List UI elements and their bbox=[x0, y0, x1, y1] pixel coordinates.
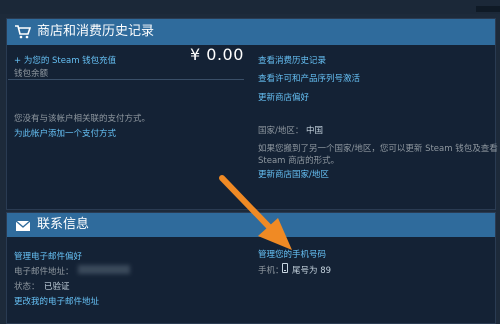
add-payment-method-link[interactable]: 为此帐户添加一个支付方式 bbox=[14, 127, 116, 139]
country-move-note-line1: 如果您搬到了另一个国家/地区，您可以更新 Steam 钱包及查看 bbox=[258, 144, 498, 154]
country-value: 中国 bbox=[306, 126, 324, 136]
phone-label: 手机： bbox=[258, 266, 284, 276]
top-strip-right bbox=[476, 6, 500, 12]
wallet-balance-label: 钱包余额 bbox=[14, 69, 49, 79]
email-address-redacted bbox=[78, 265, 130, 274]
wallet-balance-value: ¥ 0.00 bbox=[190, 45, 244, 64]
change-email-address-link[interactable]: 更改我的电子邮件地址 bbox=[14, 295, 99, 307]
top-strip bbox=[0, 0, 500, 14]
email-status-value: 已验证 bbox=[44, 282, 70, 292]
store-history-header: 商店和消费历史记录 bbox=[7, 19, 495, 45]
update-store-preferences-link[interactable]: 更新商店偏好 bbox=[258, 91, 309, 103]
country-label: 国家/地区： bbox=[258, 126, 304, 136]
update-store-country-link[interactable]: 更新商店国家/地区 bbox=[258, 168, 329, 180]
email-address-label: 电子邮件地址： bbox=[14, 267, 74, 277]
email-status-label: 状态： bbox=[14, 282, 40, 292]
manage-email-preferences-link[interactable]: 管理电子邮件偏好 bbox=[14, 250, 82, 262]
wallet-divider bbox=[8, 79, 244, 80]
shopping-cart-icon bbox=[15, 25, 31, 39]
add-wallet-funds-link[interactable]: + 为您的 Steam 钱包充值 bbox=[14, 54, 116, 66]
phone-number-tail: 尾号为 89 bbox=[292, 266, 332, 276]
manage-phone-number-link[interactable]: 管理您的手机号码 bbox=[258, 248, 326, 260]
store-history-title: 商店和消费历史记录 bbox=[37, 24, 155, 39]
contact-info-title: 联系信息 bbox=[37, 217, 90, 232]
country-move-note-line2: Steam 商店的形式。 bbox=[258, 156, 340, 166]
mobile-phone-icon bbox=[282, 263, 288, 273]
envelope-icon bbox=[15, 220, 31, 231]
contact-info-header: 联系信息 bbox=[7, 213, 495, 237]
no-payment-method-text: 您没有与该帐户相关联的支付方式。 bbox=[14, 114, 151, 124]
view-purchase-history-link[interactable]: 查看消费历史记录 bbox=[258, 54, 326, 66]
view-licenses-link[interactable]: 查看许可和产品序列号激活 bbox=[258, 72, 360, 84]
